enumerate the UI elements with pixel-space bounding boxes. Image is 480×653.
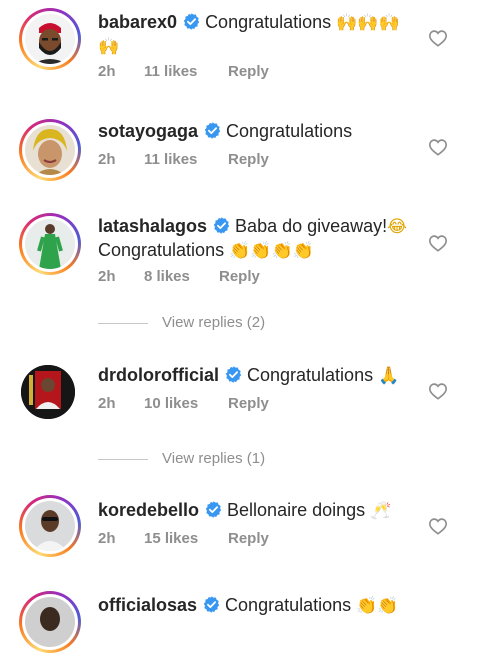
comment-text: Congratulations: [205, 12, 332, 32]
comment-emoji-line-2: 👏👏👏👏: [229, 241, 314, 261]
comment-time: 2h: [98, 63, 116, 80]
verified-icon: [182, 12, 201, 31]
verified-icon: [202, 595, 221, 614]
comment-time: 2h: [98, 151, 116, 168]
verified-icon: [203, 121, 222, 140]
comment-username[interactable]: koredebello: [98, 500, 199, 520]
comment-text-line-2: Congratulations: [98, 240, 225, 260]
comment-text: Bellonaire doings: [227, 500, 366, 520]
view-replies-button[interactable]: View replies (1): [98, 450, 398, 470]
comment-time: 2h: [98, 530, 116, 547]
view-replies-label: View replies (2): [162, 314, 266, 331]
woman-headwrap-avatar-icon: [25, 125, 75, 175]
comment-username[interactable]: sotayogaga: [98, 121, 198, 141]
comment-time: 2h: [98, 395, 116, 412]
likes-count[interactable]: 11 likes: [144, 151, 197, 168]
reply-button[interactable]: Reply: [228, 151, 269, 168]
man-white-shirt-avatar-icon: [25, 501, 75, 551]
verified-icon: [224, 365, 243, 384]
comment-emoji: 🥂: [370, 501, 392, 521]
like-heart-icon[interactable]: [428, 382, 448, 400]
like-heart-icon[interactable]: [428, 517, 448, 535]
reply-button[interactable]: Reply: [228, 395, 269, 412]
avatar[interactable]: [19, 495, 81, 557]
comment-username[interactable]: officialosas: [98, 595, 197, 615]
avatar[interactable]: [19, 8, 81, 70]
comment-text: Congratulations: [226, 121, 353, 141]
avatar[interactable]: [19, 213, 81, 275]
avatar[interactable]: [19, 591, 81, 653]
replies-divider: [98, 323, 148, 324]
comment-username[interactable]: latashalagos: [98, 216, 207, 236]
likes-count[interactable]: 15 likes: [144, 530, 198, 547]
comment-time: 2h: [98, 268, 116, 285]
man-red-background-avatar-icon: [21, 365, 75, 419]
like-heart-icon[interactable]: [428, 234, 448, 252]
comment-username[interactable]: babarex0: [98, 12, 177, 32]
likes-count[interactable]: 10 likes: [144, 395, 198, 412]
verified-icon: [212, 216, 231, 235]
comment-text: Congratulations: [225, 595, 352, 615]
comment-text: Baba do giveaway!: [235, 216, 388, 236]
man-avatar-icon: [25, 597, 75, 647]
like-heart-icon[interactable]: [428, 29, 448, 47]
woman-green-dress-avatar-icon: [25, 219, 75, 269]
replies-divider: [98, 459, 148, 460]
likes-count[interactable]: 11 likes: [144, 63, 197, 80]
likes-count[interactable]: 8 likes: [144, 268, 190, 285]
like-heart-icon[interactable]: [428, 138, 448, 156]
comment-emoji: 🙏: [378, 366, 400, 386]
avatar[interactable]: [19, 119, 81, 181]
avatar[interactable]: [19, 363, 81, 425]
reply-button[interactable]: Reply: [228, 63, 269, 80]
reply-button[interactable]: Reply: [219, 268, 260, 285]
view-replies-button[interactable]: View replies (2): [98, 314, 398, 334]
bearded-man-avatar-icon: [25, 14, 75, 64]
comment-emoji: 👏👏: [356, 596, 399, 616]
comment-emoji: 😂: [387, 217, 408, 237]
comment-username[interactable]: drdolorofficial: [98, 365, 219, 385]
verified-icon: [204, 500, 223, 519]
view-replies-label: View replies (1): [162, 450, 266, 467]
reply-button[interactable]: Reply: [228, 530, 269, 547]
comment-text: Congratulations: [247, 365, 374, 385]
